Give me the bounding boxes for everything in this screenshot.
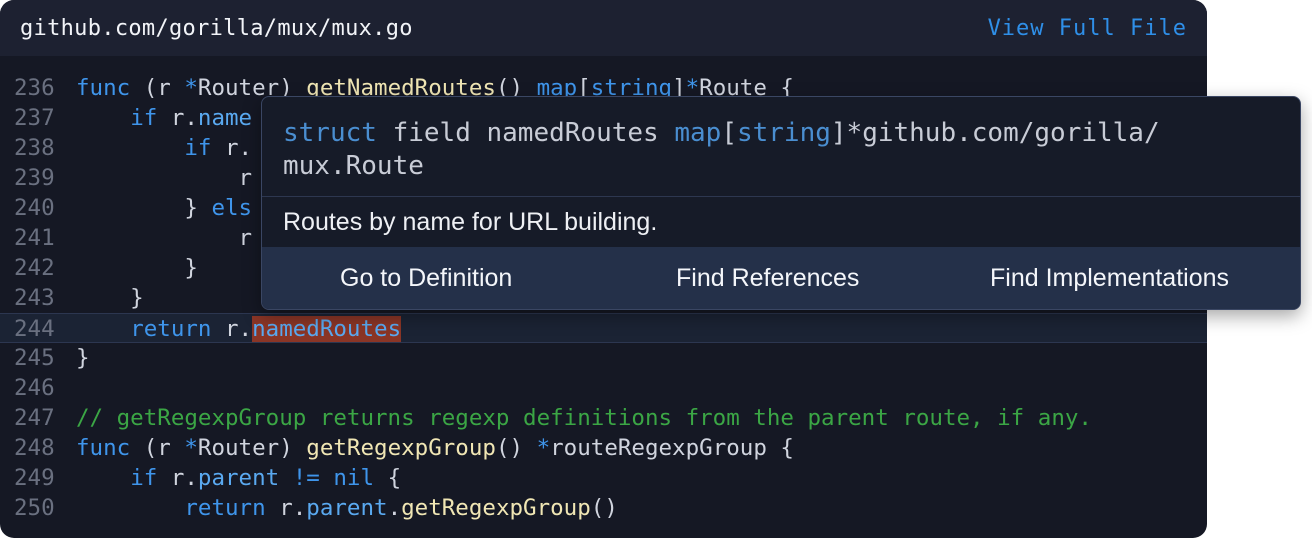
line-code: // getRegexpGroup returns regexp definit… (76, 403, 1092, 433)
code-token: els (211, 195, 253, 221)
line-code: return r.parent.getRegexpGroup() (76, 493, 618, 523)
code-token: // getRegexpGroup returns regexp definit… (76, 405, 1092, 431)
tooltip-doc: Routes by name for URL building. (283, 208, 658, 236)
code-line: 244 return r.namedRoutes (0, 313, 1207, 343)
line-number: 245 (14, 345, 55, 371)
find-references-button[interactable]: Find References (676, 247, 859, 309)
code-token: * (536, 435, 551, 461)
line-number: 250 (14, 495, 55, 521)
highlighted-token[interactable]: namedRoutes (252, 316, 402, 342)
line-code: if r.parent != nil { (76, 463, 401, 493)
line-number: 249 (14, 465, 55, 491)
line-number: 239 (14, 165, 55, 191)
code-token: func (76, 75, 131, 101)
line-number: 241 (14, 225, 55, 251)
code-token: if (184, 135, 212, 161)
code-line: 246 (0, 373, 1207, 403)
code-token: } (76, 255, 198, 281)
code-token: parent (306, 495, 388, 521)
sig-field-name: field namedRoutes (376, 118, 675, 148)
code-token: r. (211, 316, 253, 342)
code-token: r (76, 165, 253, 191)
code-token: (r (130, 75, 185, 101)
code-token: if (130, 105, 158, 131)
code-token: { (374, 465, 402, 491)
line-number: 243 (14, 285, 55, 311)
code-token: () (495, 435, 537, 461)
line-number: 236 (14, 75, 55, 101)
code-token: return (184, 495, 266, 521)
code-token: if (130, 465, 158, 491)
tooltip-actions: Go to Definition Find References Find Im… (262, 247, 1300, 309)
code-line: 247 // getRegexpGroup returns regexp defi… (0, 403, 1207, 433)
code-token: r (76, 225, 253, 251)
tooltip-signature: struct field namedRoutes map[string]*git… (262, 97, 1300, 197)
code-token: routeRegexpGroup { (550, 435, 794, 461)
code-token: } (76, 195, 212, 221)
sig-keyword-string: string (736, 118, 831, 148)
sig-type-path: ]*github.com/gorilla/ (830, 118, 1160, 148)
code-token: () (590, 495, 618, 521)
line-code: } (76, 343, 90, 373)
code-token: func (76, 435, 131, 461)
code-token: * (184, 75, 198, 101)
line-code: func (r *Router) getRegexpGroup() *route… (76, 433, 794, 463)
code-token: return (130, 316, 212, 342)
line-code: r (76, 163, 253, 193)
line-number: 242 (14, 255, 55, 281)
code-token: r. (157, 465, 198, 491)
code-token: parent (197, 465, 280, 491)
line-number: 238 (14, 135, 55, 161)
find-implementations-button[interactable]: Find Implementations (990, 247, 1229, 309)
line-code: } els (76, 193, 252, 223)
sig-bracket: [ (721, 118, 737, 148)
code-line: 250 return r.parent.getRegexpGroup() (0, 493, 1207, 523)
line-code: return r.namedRoutes (76, 314, 402, 344)
go-to-definition-button[interactable]: Go to Definition (340, 247, 512, 309)
sig-type-name: mux.Route (283, 151, 424, 181)
line-number: 237 (14, 105, 55, 131)
hover-tooltip: struct field namedRoutes map[string]*git… (261, 96, 1301, 310)
line-number: 247 (14, 405, 55, 431)
line-code: } (76, 283, 144, 313)
code-line: 248 func (r *Router) getRegexpGroup() *ro… (0, 433, 1207, 463)
line-code: } (76, 253, 198, 283)
line-code: r (76, 223, 253, 253)
code-token: nil (333, 465, 375, 491)
code-token: r. (157, 105, 198, 131)
code-token: getRegexpGroup (306, 435, 496, 461)
code-token: } (76, 345, 90, 371)
file-header: github.com/gorilla/mux/mux.go View Full … (0, 0, 1207, 56)
code-token: * (184, 435, 198, 461)
line-number: 240 (14, 195, 55, 221)
view-full-file-link[interactable]: View Full File (988, 16, 1187, 41)
code-line: 249 if r.parent != nil { (0, 463, 1207, 493)
code-token: r. (265, 495, 307, 521)
sig-keyword-struct: struct (283, 118, 377, 148)
code-token: getRegexpGroup (401, 495, 591, 521)
code-token: r. (211, 135, 253, 161)
line-code: if r.name (76, 103, 252, 133)
code-token: } (76, 285, 144, 311)
line-number: 248 (14, 435, 55, 461)
code-line: 245} (0, 343, 1207, 373)
line-number: 244 (14, 316, 55, 342)
code-token: Router) (197, 435, 307, 461)
code-token: name (197, 105, 253, 131)
code-token: . (387, 495, 402, 521)
line-code: if r. (76, 133, 252, 163)
file-path: github.com/gorilla/mux/mux.go (20, 15, 413, 41)
line-number: 246 (14, 375, 55, 401)
code-token: != (292, 465, 320, 491)
code-token: (r (130, 435, 185, 461)
sig-keyword-map: map (674, 118, 722, 148)
